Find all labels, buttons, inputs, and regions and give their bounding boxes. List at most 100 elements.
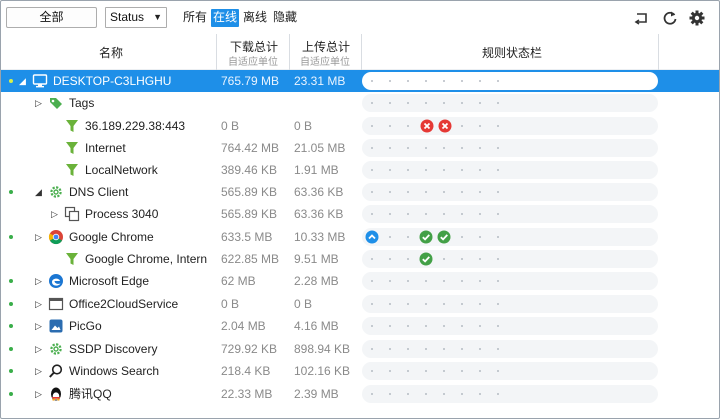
rule-slot-dot <box>389 325 391 327</box>
expand-arrow-icon[interactable]: ▷ <box>35 299 45 309</box>
rule-status-bar[interactable] <box>362 317 658 335</box>
chevron-down-icon: ▼ <box>153 12 162 22</box>
upload-total: 63.36 KB <box>294 185 344 199</box>
rule-slot-dot <box>497 147 499 149</box>
rule-slot-dot <box>497 280 499 282</box>
rule-status-bar[interactable] <box>362 117 658 135</box>
rule-status-bar[interactable] <box>362 272 658 290</box>
tree-row[interactable]: ▷ Tags <box>1 92 719 114</box>
rule-slot-dot <box>407 125 409 127</box>
tree-row[interactable]: ▷ PicGo 2.04 MB 4.16 MB <box>1 315 719 337</box>
rule-slot-dot <box>389 303 391 305</box>
upload-total: 898.94 KB <box>294 342 351 356</box>
column-name-label: 名称 <box>99 46 124 60</box>
rule-status-bar[interactable] <box>362 250 658 268</box>
column-name-header[interactable]: 名称 <box>1 34 216 70</box>
all-button[interactable]: 全部 <box>6 7 97 28</box>
upload-total: 9.51 MB <box>294 252 339 266</box>
rule-status-bar[interactable] <box>362 362 658 380</box>
rule-status-bar[interactable] <box>362 228 658 246</box>
tree-row[interactable]: ◢ DESKTOP-C3LHGHU 765.79 MB 23.31 MB <box>1 70 719 92</box>
tree-row[interactable]: ▷ Google Chrome 633.5 MB 10.33 MB <box>1 226 719 248</box>
column-divider[interactable] <box>658 34 659 70</box>
rule-slot-dot <box>443 191 445 193</box>
download-total: 62 MB <box>221 274 256 288</box>
collapse-arrow-icon[interactable]: ◢ <box>35 187 45 197</box>
filter-hidden[interactable]: 隐藏 <box>271 9 299 27</box>
rule-status-bar[interactable] <box>362 72 658 90</box>
search-icon <box>49 364 63 378</box>
rule-slot-dot <box>479 393 481 395</box>
tree-row[interactable]: ▷ Process 3040 565.89 KB 63.36 KB <box>1 203 719 225</box>
upload-total: 0 B <box>294 297 313 311</box>
tree-row[interactable]: 36.189.229.38:443 0 B 0 B <box>1 115 719 137</box>
expand-arrow-icon[interactable]: ▷ <box>35 344 45 354</box>
rule-slot-dot <box>371 191 373 193</box>
rule-slot-dot <box>389 125 391 127</box>
tree-row[interactable]: Internet 764.42 MB 21.05 MB <box>1 137 719 159</box>
row-name: 36.189.229.38:443 <box>85 119 186 133</box>
rule-slot-dot <box>425 102 427 104</box>
rule-status-bar[interactable] <box>362 183 658 201</box>
expand-arrow-icon[interactable]: ▷ <box>35 389 45 399</box>
column-download-header[interactable]: 下载总计 自适应单位 <box>217 34 289 70</box>
rule-status-bar[interactable] <box>362 385 658 403</box>
upload-total: 102.16 KB <box>294 364 351 378</box>
filter-online[interactable]: 在线 <box>211 9 240 27</box>
return-icon[interactable] <box>631 8 651 28</box>
row-name: Google Chrome <box>69 230 154 244</box>
rule-status-bar[interactable] <box>362 161 658 179</box>
expand-arrow-icon[interactable]: ▷ <box>35 98 45 108</box>
tree-row[interactable]: Google Chrome, Intern 622.85 MB 9.51 MB <box>1 248 719 270</box>
rule-slot-dot <box>443 348 445 350</box>
expand-arrow-icon[interactable]: ▷ <box>35 321 45 331</box>
column-upload-header[interactable]: 上传总计 自适应单位 <box>290 34 361 70</box>
expand-arrow-icon[interactable]: ▷ <box>35 366 45 376</box>
rule-status-bar[interactable] <box>362 340 658 358</box>
rule-slot-dot <box>461 370 463 372</box>
filter-all[interactable]: 所有 <box>181 9 209 27</box>
tree-row[interactable]: ▷ SSDP Discovery 729.92 KB 898.94 KB <box>1 338 719 360</box>
rule-slot-dot <box>371 393 373 395</box>
expand-arrow-icon[interactable]: ▷ <box>51 209 61 219</box>
row-name: Google Chrome, Intern <box>85 252 208 266</box>
column-rules-header[interactable]: 规则状态栏 <box>362 34 658 70</box>
collapse-arrow-icon[interactable]: ◢ <box>19 76 29 86</box>
tree-row[interactable]: ▷ 腾讯QQ 22.33 MB 2.39 MB <box>1 383 719 405</box>
rule-slot-dot <box>461 280 463 282</box>
expand-arrow-icon[interactable]: ▷ <box>35 232 45 242</box>
rule-slot-dot <box>443 80 445 82</box>
upload-total: 0 B <box>294 119 313 133</box>
rule-slot-dot <box>371 80 373 82</box>
tree-row[interactable]: LocalNetwork 389.46 KB 1.91 MB <box>1 159 719 181</box>
rule-status-bar[interactable] <box>362 94 658 112</box>
download-total: 565.89 KB <box>221 185 278 199</box>
rule-status-bar[interactable] <box>362 205 658 223</box>
download-total: 764.42 MB <box>221 141 280 155</box>
row-name: SSDP Discovery <box>69 342 158 356</box>
filter-offline[interactable]: 离线 <box>241 9 269 27</box>
rule-slot-dot <box>479 303 481 305</box>
rule-slot-dot <box>461 348 463 350</box>
row-name: Microsoft Edge <box>69 274 150 288</box>
status-select[interactable]: Status ▼ <box>105 7 167 28</box>
tree-row[interactable]: ◢ DNS Client 565.89 KB 63.36 KB <box>1 181 719 203</box>
rule-slot-dot <box>443 393 445 395</box>
refresh-icon[interactable] <box>660 8 680 28</box>
rule-slot-dot <box>443 325 445 327</box>
rule-status-bar[interactable] <box>362 139 658 157</box>
tree-row[interactable]: ▷ Microsoft Edge 62 MB 2.28 MB <box>1 270 719 292</box>
rule-slot-dot <box>443 370 445 372</box>
rule-status-bar[interactable] <box>362 295 658 313</box>
rule-slot-dot <box>407 147 409 149</box>
rule-slot-dot <box>443 169 445 171</box>
expand-arrow-icon[interactable]: ▷ <box>35 276 45 286</box>
tree-row[interactable]: ▷ Office2CloudService 0 B 0 B <box>1 293 719 315</box>
upload-total: 21.05 MB <box>294 141 346 155</box>
upload-total: 63.36 KB <box>294 207 344 221</box>
gear-icon[interactable] <box>687 8 707 28</box>
process-icon <box>64 206 80 222</box>
tree-row[interactable]: ▷ Windows Search 218.4 KB 102.16 KB <box>1 360 719 382</box>
rule-slot-dot <box>371 213 373 215</box>
rule-slot-dot <box>461 147 463 149</box>
